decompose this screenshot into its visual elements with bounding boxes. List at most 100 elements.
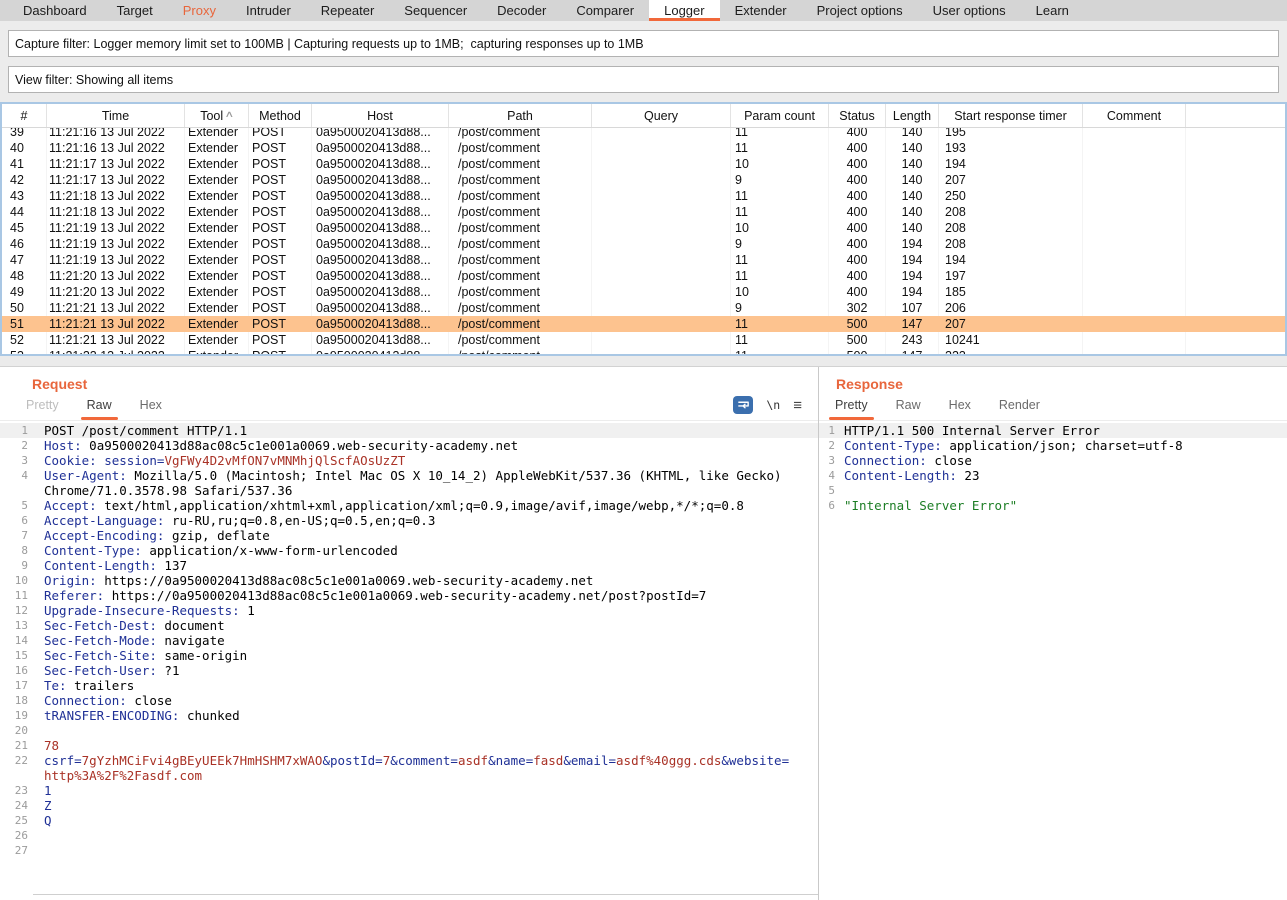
request-editor-line: 6Accept-Language: ru-RU,ru;q=0.8,en-US;q… (0, 513, 818, 528)
view-filter-bar[interactable]: View filter: Showing all items (8, 66, 1279, 93)
line-number: 13 (0, 618, 28, 633)
cell-timer: 197 (939, 268, 1083, 284)
column-header-comment[interactable]: Comment (1083, 104, 1186, 127)
cell-query (592, 172, 731, 188)
log-row-42[interactable]: 4211:21:17 13 Jul 2022ExtenderPOST0a9500… (2, 172, 1285, 188)
cell-time: 11:21:18 13 Jul 2022 (47, 204, 185, 220)
cell-query (592, 332, 731, 348)
menu-tab-target[interactable]: Target (102, 0, 168, 21)
cell-tool: Extender (185, 188, 249, 204)
cell-status: 500 (829, 316, 886, 332)
log-row-52[interactable]: 5211:21:21 13 Jul 2022ExtenderPOST0a9500… (2, 332, 1285, 348)
menu-tab-proxy[interactable]: Proxy (168, 0, 231, 21)
token: Origin: (44, 573, 97, 588)
column-header-tool[interactable]: Tool∧ (185, 104, 249, 127)
menu-tab-sequencer[interactable]: Sequencer (389, 0, 482, 21)
token: chunked (179, 708, 239, 723)
column-header-[interactable]: # (2, 104, 47, 127)
cell-host: 0a9500020413d88... (312, 128, 449, 140)
column-header-label: Path (507, 109, 533, 123)
cell-params: 10 (731, 220, 829, 236)
cell-method: POST (249, 332, 312, 348)
line-text (28, 843, 797, 858)
line-text: Accept: text/html,application/xhtml+xml,… (28, 498, 797, 513)
cell-query (592, 284, 731, 300)
request-tab-pretty[interactable]: Pretty (12, 398, 73, 420)
response-tab-hex[interactable]: Hex (935, 398, 985, 420)
request-editor-hscrollbar[interactable] (33, 894, 818, 900)
log-row-48[interactable]: 4811:21:20 13 Jul 2022ExtenderPOST0a9500… (2, 268, 1285, 284)
wrap-lines-icon[interactable] (733, 396, 753, 414)
column-header-start-response-timer[interactable]: Start response timer (939, 104, 1083, 127)
menu-tab-decoder[interactable]: Decoder (482, 0, 561, 21)
response-tab-pretty[interactable]: Pretty (821, 398, 882, 420)
request-tab-raw[interactable]: Raw (73, 398, 126, 420)
log-row-44[interactable]: 4411:21:18 13 Jul 2022ExtenderPOST0a9500… (2, 204, 1285, 220)
request-tab-hex[interactable]: Hex (126, 398, 176, 420)
cell-host: 0a9500020413d88... (312, 300, 449, 316)
horizontal-splitter[interactable] (0, 356, 1287, 367)
cell-method: POST (249, 268, 312, 284)
menu-tab-dashboard[interactable]: Dashboard (8, 0, 102, 21)
line-text: "Internal Server Error" (835, 498, 1287, 513)
cell-time: 11:21:20 13 Jul 2022 (47, 284, 185, 300)
line-text: 78 (28, 738, 797, 753)
token: Content-Type: (44, 543, 142, 558)
column-header-method[interactable]: Method (249, 104, 312, 127)
line-number: 6 (0, 513, 28, 528)
cell-params: 11 (731, 128, 829, 140)
log-row-41[interactable]: 4111:21:17 13 Jul 2022ExtenderPOST0a9500… (2, 156, 1285, 172)
response-tab-render[interactable]: Render (985, 398, 1054, 420)
token: navigate (157, 633, 225, 648)
request-editor[interactable]: 1POST /post/comment HTTP/1.12Host: 0a950… (0, 421, 818, 894)
column-header-path[interactable]: Path (449, 104, 592, 127)
editor-menu-icon[interactable]: ≡ (793, 398, 802, 413)
cell-host: 0a9500020413d88... (312, 252, 449, 268)
log-row-51[interactable]: 5111:21:21 13 Jul 2022ExtenderPOST0a9500… (2, 316, 1285, 332)
log-row-46[interactable]: 4611:21:19 13 Jul 2022ExtenderPOST0a9500… (2, 236, 1285, 252)
menu-tab-intruder[interactable]: Intruder (231, 0, 306, 21)
menu-tab-user-options[interactable]: User options (918, 0, 1021, 21)
column-header-query[interactable]: Query (592, 104, 731, 127)
column-header-param-count[interactable]: Param count (731, 104, 829, 127)
cell-comment (1083, 172, 1186, 188)
menu-tab-comparer[interactable]: Comparer (561, 0, 649, 21)
column-header-host[interactable]: Host (312, 104, 449, 127)
log-row-50[interactable]: 5011:21:21 13 Jul 2022ExtenderPOST0a9500… (2, 300, 1285, 316)
cell-query (592, 140, 731, 156)
response-tab-raw[interactable]: Raw (882, 398, 935, 420)
token: Mozilla/5.0 (Macintosh; Intel Mac OS X 1… (44, 468, 789, 498)
cell-length: 140 (886, 140, 939, 156)
log-row-49[interactable]: 4911:21:20 13 Jul 2022ExtenderPOST0a9500… (2, 284, 1285, 300)
column-header-length[interactable]: Length (886, 104, 939, 127)
log-row-45[interactable]: 4511:21:19 13 Jul 2022ExtenderPOST0a9500… (2, 220, 1285, 236)
request-editor-line: 24Z (0, 798, 818, 813)
column-header-time[interactable]: Time (47, 104, 185, 127)
sort-ascending-icon: ∧ (225, 109, 235, 120)
response-editor-line: 3Connection: close (819, 453, 1287, 468)
cell-method: POST (249, 316, 312, 332)
column-header-status[interactable]: Status (829, 104, 886, 127)
response-editor[interactable]: 1HTTP/1.1 500 Internal Server Error2Cont… (819, 421, 1287, 900)
request-editor-line: 19tRANSFER-ENCODING: chunked (0, 708, 818, 723)
token: Sec-Fetch-User: (44, 663, 157, 678)
log-row-53[interactable]: 5311:21:22 13 Jul 2022ExtenderPOST0a9500… (2, 348, 1285, 354)
log-row-39[interactable]: 3911:21:16 13 Jul 2022ExtenderPOST0a9500… (2, 128, 1285, 140)
log-row-43[interactable]: 4311:21:18 13 Jul 2022ExtenderPOST0a9500… (2, 188, 1285, 204)
request-editor-line: 2Host: 0a9500020413d88ac08c5c1e001a0069.… (0, 438, 818, 453)
log-row-47[interactable]: 4711:21:19 13 Jul 2022ExtenderPOST0a9500… (2, 252, 1285, 268)
request-editor-line: 27 (0, 843, 818, 858)
capture-filter-bar[interactable]: Capture filter: Logger memory limit set … (8, 30, 1279, 57)
cell-path: /post/comment (449, 316, 592, 332)
menu-tab-extender[interactable]: Extender (720, 0, 802, 21)
menu-tab-learn[interactable]: Learn (1021, 0, 1084, 21)
menu-tab-repeater[interactable]: Repeater (306, 0, 389, 21)
log-row-40[interactable]: 4011:21:16 13 Jul 2022ExtenderPOST0a9500… (2, 140, 1285, 156)
line-number: 1 (0, 423, 28, 438)
newline-glyph-icon[interactable]: \n (766, 398, 780, 412)
line-text: Z (28, 798, 797, 813)
token: 1 (240, 603, 255, 618)
token: session= (104, 453, 164, 468)
menu-tab-logger[interactable]: Logger (649, 0, 719, 21)
menu-tab-project-options[interactable]: Project options (802, 0, 918, 21)
